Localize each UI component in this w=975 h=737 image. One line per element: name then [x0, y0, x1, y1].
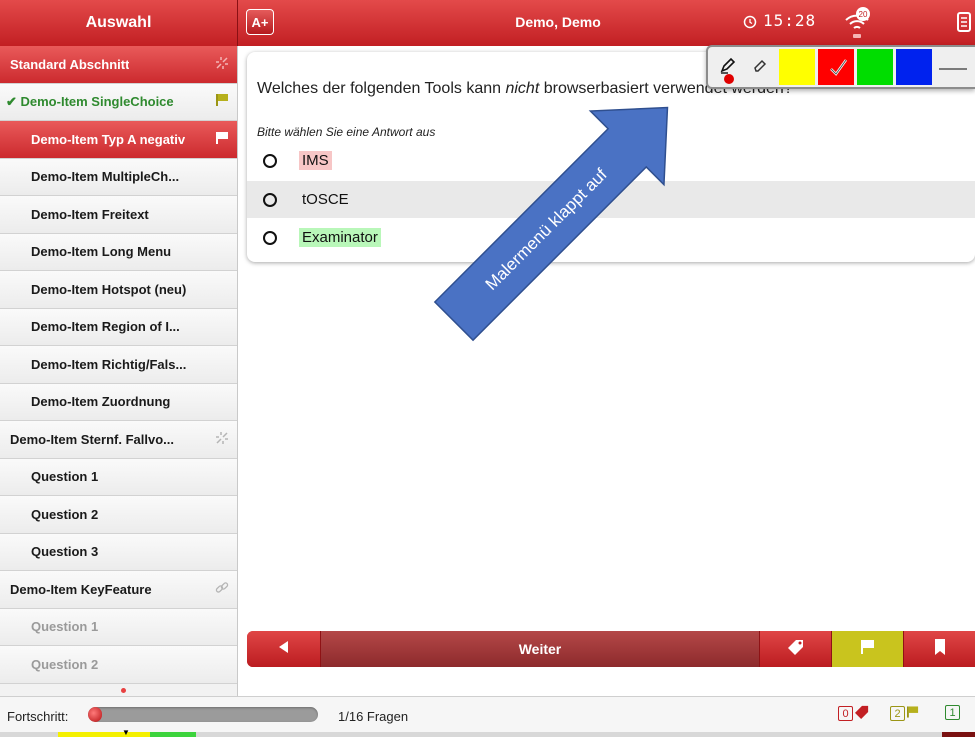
radio-button[interactable]	[263, 192, 277, 207]
wifi-icon: 20	[843, 4, 873, 47]
link-icon	[215, 581, 229, 598]
strip-segment-flagged	[58, 732, 150, 737]
triangle-left-icon	[278, 640, 289, 658]
top-bar: A+ Demo, Demo 15:28 20	[238, 0, 975, 46]
sidebar-item-label: Demo-Item KeyFeature	[10, 581, 152, 597]
painter-menu	[706, 45, 975, 89]
sidebar-item-label: Demo-Item Long Menu	[31, 244, 172, 260]
tag-button[interactable]	[759, 631, 831, 667]
progress-fill	[88, 707, 103, 722]
eraser-icon	[752, 57, 768, 78]
current-position-marker: ▼	[122, 728, 130, 737]
answered-count[interactable]: 1	[945, 705, 960, 720]
sidebar-item-zuordnung[interactable]: Demo-Item Zuordnung	[0, 383, 237, 421]
sidebar-item-question-1[interactable]: Question 1	[0, 458, 237, 496]
sidebar-item-label: Demo-Item Freitext	[31, 206, 149, 222]
sidebar-item-label: Question 2	[31, 506, 99, 522]
clock-time: 15:28	[763, 11, 817, 30]
line-width-tool[interactable]	[935, 49, 971, 85]
sidebar-item-multiplechoice[interactable]: Demo-Item MultipleCh...	[0, 158, 237, 196]
sidebar-item-singlechoice[interactable]: ✔ Demo-Item SingleChoice	[0, 83, 237, 121]
font-size-button[interactable]: A+	[246, 9, 274, 35]
color-swatch-red[interactable]	[818, 49, 854, 85]
strip-segment-tagged	[942, 732, 975, 737]
flag-icon	[907, 705, 919, 722]
callout-arrow: Malermenü klappt auf	[433, 106, 669, 342]
line-icon	[939, 58, 967, 76]
question-overview-strip[interactable]: ▼	[0, 728, 975, 737]
flag-button[interactable]	[831, 631, 903, 667]
bookmark-icon	[934, 638, 945, 660]
sidebar-item-question-3[interactable]: Question 3	[0, 533, 237, 571]
flag-icon	[860, 639, 875, 660]
sidebar-item-label: Demo-Item Hotspot (neu)	[31, 281, 187, 297]
sidebar-item-kf-question-1[interactable]: Question 1	[0, 608, 237, 646]
sidebar-item-label: Question 1	[31, 469, 99, 485]
progress-label: Fortschritt:	[7, 709, 69, 724]
clock-icon	[743, 15, 757, 34]
sidebar-item-region[interactable]: Demo-Item Region of I...	[0, 308, 237, 346]
unlink-icon	[215, 431, 229, 448]
eraser-tool[interactable]	[744, 49, 776, 85]
sidebar-item-label: Question 2	[31, 656, 99, 672]
sidebar-item-label: Demo-Item MultipleCh...	[31, 169, 180, 185]
unlink-icon	[215, 56, 229, 73]
tag-icon	[855, 705, 869, 722]
sidebar-header: Auswahl	[0, 0, 238, 46]
answer-option-label: tOSCE	[302, 191, 349, 208]
sidebar-item-label: Standard Abschnitt	[10, 56, 130, 72]
sidebar-item-long-menu[interactable]: Demo-Item Long Menu	[0, 233, 237, 271]
tagged-count[interactable]: 0	[838, 705, 869, 722]
radio-button[interactable]	[263, 230, 277, 245]
sidebar-item-standard-abschnitt[interactable]: Standard Abschnitt	[0, 46, 237, 84]
answer-option-label: IMS	[299, 151, 332, 170]
sidebar-item-keyfeature[interactable]: Demo-Item KeyFeature	[0, 571, 237, 609]
color-swatch-green[interactable]	[857, 49, 893, 85]
sidebar-item-label: Demo-Item Richtig/Fals...	[31, 356, 187, 372]
status-bar: Fortschritt: 1/16 Fragen 0 2 1	[0, 696, 975, 732]
sidebar-item-typ-a-negativ[interactable]: Demo-Item Typ A negativ	[0, 121, 237, 159]
flag-icon	[216, 131, 229, 148]
color-swatch-yellow[interactable]	[779, 49, 815, 85]
navigation-bar: Weiter	[247, 631, 975, 667]
sidebar-item-label: Demo-Item Region of I...	[31, 319, 180, 335]
sidebar-item-question-2[interactable]: Question 2	[0, 496, 237, 534]
sidebar-item-kf-question-2[interactable]: Question 2	[0, 646, 237, 684]
sidebar-item-sternf-fallvorlage[interactable]: Demo-Item Sternf. Fallvo...	[0, 421, 237, 459]
scroll-indicator	[121, 688, 126, 693]
user-name: Demo, Demo	[515, 14, 601, 30]
answer-option-label: Examinator	[299, 228, 381, 247]
strip-segment-answered	[150, 732, 196, 737]
next-button[interactable]: Weiter	[321, 631, 759, 667]
flag-icon	[216, 93, 229, 110]
sidebar: Standard Abschnitt ✔ Demo-Item SingleCho…	[0, 46, 238, 696]
radio-button[interactable]	[263, 153, 277, 168]
wifi-badge: 20	[859, 10, 868, 19]
sidebar-item-label: Question 1	[31, 619, 99, 635]
document-icon[interactable]	[957, 12, 971, 37]
sidebar-item-freitext[interactable]: Demo-Item Freitext	[0, 196, 237, 234]
sidebar-item-label: Demo-Item Sternf. Fallvo...	[10, 431, 174, 447]
sidebar-item-label: ✔ Demo-Item SingleChoice	[6, 93, 174, 109]
callout-text: Malermenü klappt auf	[482, 165, 611, 294]
check-icon	[828, 57, 848, 82]
bookmark-button[interactable]	[903, 631, 975, 667]
pen-color-dot	[724, 74, 734, 84]
progress-bar	[88, 707, 318, 722]
sidebar-item-label: Demo-Item Typ A negativ	[31, 131, 186, 147]
color-swatch-blue[interactable]	[896, 49, 932, 85]
sidebar-item-richtig-falsch[interactable]: Demo-Item Richtig/Fals...	[0, 346, 237, 384]
sidebar-item-label: Demo-Item Zuordnung	[31, 394, 171, 410]
question-count: 1/16 Fragen	[338, 709, 409, 724]
sidebar-title: Auswahl	[85, 14, 152, 31]
back-button[interactable]	[247, 631, 321, 667]
pen-tool[interactable]	[712, 49, 744, 85]
sidebar-item-label: Question 3	[31, 544, 99, 560]
tag-icon	[787, 639, 804, 660]
flagged-count[interactable]: 2	[890, 705, 919, 722]
sidebar-item-hotspot[interactable]: Demo-Item Hotspot (neu)	[0, 271, 237, 309]
